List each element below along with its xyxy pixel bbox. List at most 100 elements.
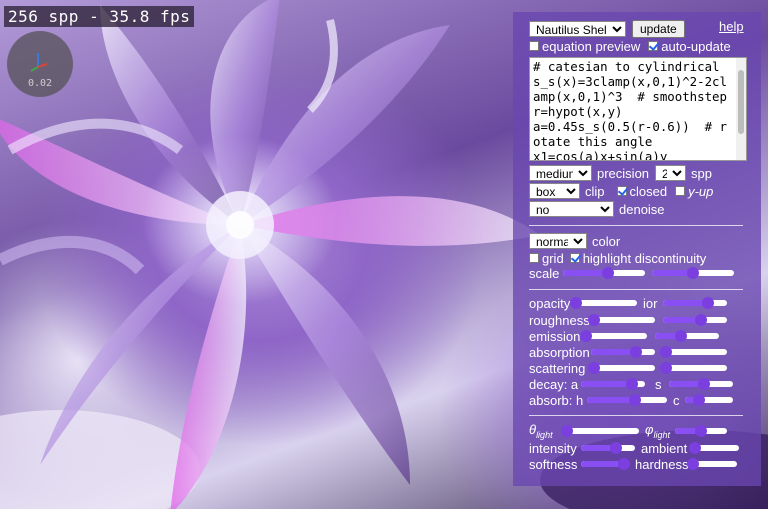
- clip-select[interactable]: box: [529, 183, 580, 199]
- softness-slider[interactable]: [581, 458, 631, 470]
- slider-knob[interactable]: [560, 425, 573, 437]
- slider-knob[interactable]: [693, 394, 706, 406]
- scattering-slider-b[interactable]: [660, 362, 727, 374]
- roughness-slider[interactable]: [588, 314, 655, 326]
- code-line: # catesian to cylindrical: [533, 59, 720, 74]
- opacity-slider[interactable]: [570, 297, 637, 309]
- slider-knob[interactable]: [660, 346, 673, 358]
- ior-slider[interactable]: [663, 297, 727, 309]
- closed-checkbox[interactable]: [616, 186, 627, 196]
- grid-label: grid: [542, 250, 564, 266]
- equation-preview-checkbox[interactable]: [529, 41, 539, 51]
- slider-knob[interactable]: [687, 458, 700, 470]
- slider-knob[interactable]: [626, 378, 639, 390]
- decay-s-label: s: [655, 376, 662, 392]
- slider-knob[interactable]: [660, 362, 673, 374]
- slider-knob[interactable]: [689, 442, 702, 454]
- roughness-slider-b[interactable]: [663, 314, 727, 326]
- editor-scroll-thumb[interactable]: [738, 70, 744, 134]
- ior-label: ior: [643, 295, 658, 311]
- slider-knob[interactable]: [701, 297, 714, 309]
- slider-knob[interactable]: [674, 330, 687, 342]
- code-line: amp(x,0,1)^3 # smoothstep: [533, 89, 727, 104]
- yup-label: y-up: [688, 183, 714, 199]
- slider-knob[interactable]: [698, 378, 711, 390]
- precision-select[interactable]: medium: [529, 165, 592, 181]
- scale-slider-b[interactable]: [652, 267, 734, 279]
- emission-slider-b[interactable]: [655, 330, 719, 342]
- equation-editor[interactable]: # catesian to cylindrical s_s(x)=3clamp(…: [529, 57, 747, 161]
- absorb-c-slider[interactable]: [685, 394, 733, 406]
- auto-update-label: auto-update: [661, 38, 731, 54]
- scale-label: scale: [529, 265, 560, 281]
- slider-knob[interactable]: [570, 297, 583, 309]
- theta-light-label: θlight: [529, 422, 553, 440]
- code-line: x1=cos(a)x+sin(a)y: [533, 149, 668, 161]
- spp-select[interactable]: 2⁸: [655, 165, 687, 181]
- decay-a-label: decay: a: [529, 376, 579, 392]
- absorb-h-label: absorb: h: [529, 392, 584, 408]
- highlight-discontinuity-checkbox[interactable]: [569, 253, 580, 263]
- softness-label: softness: [529, 456, 578, 472]
- slider-knob[interactable]: [588, 314, 601, 326]
- grid-checkbox[interactable]: [529, 253, 539, 263]
- color-label: color: [592, 233, 621, 249]
- update-button[interactable]: update: [632, 20, 685, 38]
- clip-label: clip: [585, 183, 605, 199]
- emission-label: emission: [529, 328, 581, 344]
- help-link[interactable]: help: [719, 19, 744, 34]
- slider-knob[interactable]: [580, 330, 593, 342]
- code-line: otate this angle: [533, 134, 653, 149]
- slider-fill: [581, 381, 633, 387]
- phi-light-label: φlight: [645, 422, 670, 440]
- divider: [529, 289, 743, 290]
- slider-knob[interactable]: [629, 346, 642, 358]
- ambient-slider[interactable]: [689, 442, 739, 454]
- highlight-discontinuity-label: highlight discontinuity: [582, 250, 707, 266]
- scattering-slider[interactable]: [588, 362, 655, 374]
- intensity-label: intensity: [529, 440, 577, 456]
- denoise-select[interactable]: no: [529, 201, 614, 217]
- slider-knob[interactable]: [618, 458, 631, 470]
- code-line: a=0.45s_s(0.5(r-0.6)) # r: [533, 119, 727, 134]
- spp-label: spp: [691, 165, 712, 181]
- slider-knob[interactable]: [610, 442, 623, 454]
- axis-gizmo[interactable]: 0.02: [7, 31, 73, 97]
- absorb-c-label: c: [673, 392, 680, 408]
- intensity-slider[interactable]: [581, 442, 635, 454]
- opacity-label: opacity: [529, 295, 571, 311]
- code-line: r=hypot(x,y): [533, 104, 623, 119]
- precision-label: precision: [597, 165, 650, 181]
- slider-knob[interactable]: [695, 425, 707, 437]
- slider-knob[interactable]: [687, 267, 699, 279]
- hardness-label: hardness: [635, 456, 689, 472]
- scale-slider-a[interactable]: [563, 267, 645, 279]
- divider: [529, 415, 743, 416]
- decay-s-slider[interactable]: [669, 378, 733, 390]
- fps-counter: 256 spp - 35.8 fps: [4, 6, 195, 27]
- slider-knob[interactable]: [602, 267, 615, 279]
- code-line: s_s(x)=3clamp(x,0,1)^2-2cl: [533, 74, 727, 89]
- scattering-label: scattering: [529, 360, 586, 376]
- absorption-slider-b[interactable]: [660, 346, 727, 358]
- slider-knob[interactable]: [629, 394, 641, 406]
- emission-slider[interactable]: [580, 330, 647, 342]
- absorption-label: absorption: [529, 344, 590, 360]
- phi-light-slider[interactable]: [675, 425, 727, 437]
- slider-knob[interactable]: [588, 362, 601, 374]
- theta-light-slider[interactable]: [560, 425, 639, 437]
- decay-a-slider[interactable]: [581, 378, 645, 390]
- auto-update-checkbox[interactable]: [648, 41, 659, 51]
- control-panel: Nautilus Shell update help equation prev…: [513, 12, 761, 486]
- hardness-slider[interactable]: [687, 458, 737, 470]
- closed-label: closed: [629, 183, 668, 199]
- color-select[interactable]: normal: [529, 233, 587, 249]
- roughness-label: roughness: [529, 312, 590, 328]
- yup-checkbox[interactable]: [675, 186, 686, 196]
- absorption-slider[interactable]: [591, 346, 655, 358]
- absorb-h-slider[interactable]: [587, 394, 667, 406]
- editor-scrollbar[interactable]: [736, 58, 746, 160]
- preset-select[interactable]: Nautilus Shell: [529, 21, 626, 37]
- slider-knob[interactable]: [695, 314, 708, 326]
- denoise-label: denoise: [619, 201, 665, 217]
